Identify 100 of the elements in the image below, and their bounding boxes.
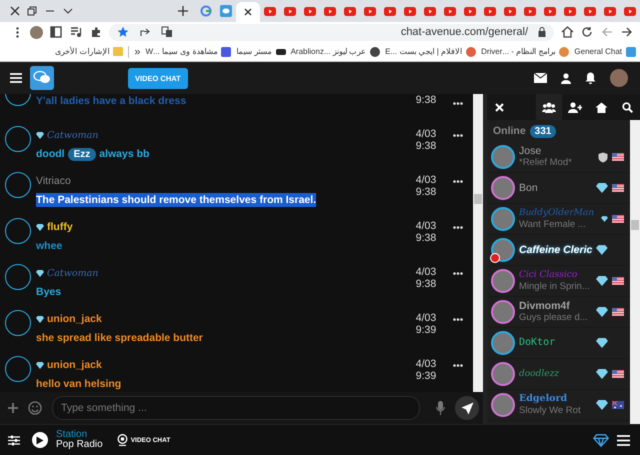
station-label: Station [56, 430, 88, 440]
sliders-icon[interactable] [8, 434, 20, 446]
more-bookmarks-button[interactable]: » [134, 46, 140, 58]
user-status: Mingle in Sprin... [519, 281, 590, 293]
more-icon[interactable] [453, 226, 463, 229]
menu-icon[interactable] [617, 434, 630, 446]
user-row[interactable]: Cici Classico Mingle in Sprin... [487, 266, 630, 297]
message-input[interactable]: Type something ... [52, 396, 420, 420]
message-text: The Palestinians should remove themselves from Israel. [36, 194, 316, 206]
more-icon[interactable] [453, 102, 463, 105]
username[interactable]: union_jack [47, 359, 102, 371]
user-row[interactable]: DoKtor [487, 328, 630, 359]
microphone-icon[interactable] [436, 401, 445, 415]
message-text: whee [36, 240, 62, 252]
bookmark[interactable]: الافلام | ايجي بست ...E [385, 46, 476, 56]
flag-icon [612, 370, 624, 378]
person-icon[interactable] [561, 72, 571, 84]
play-icon [584, 6, 596, 16]
play-icon [304, 6, 316, 16]
play-icon [384, 6, 396, 16]
browser-tab[interactable] [236, 2, 260, 22]
username[interactable]: Vitriaco [36, 175, 71, 187]
translate-icon[interactable] [161, 26, 173, 38]
mention-tag[interactable]: Ezz [68, 148, 96, 160]
user-avatar[interactable] [5, 264, 31, 290]
user-avatar[interactable] [5, 218, 31, 244]
username[interactable]: union_jack [47, 313, 102, 325]
username: Edgelord [519, 393, 568, 405]
message-text: doodl [36, 148, 65, 160]
bookmark[interactable]: مستر سيما [236, 47, 286, 56]
close-icon[interactable] [244, 8, 252, 16]
reload-icon[interactable] [580, 25, 594, 39]
puzzle-icon[interactable] [89, 25, 103, 39]
message-date: 4/03 [414, 174, 438, 186]
user-row[interactable]: Divmom4f Guys please d... [487, 297, 630, 328]
scrollbar[interactable] [473, 94, 483, 392]
play-icon [264, 6, 276, 16]
user-row[interactable]: BuddyOlderMan Want Female ... [487, 204, 630, 235]
play-icon [36, 436, 44, 444]
emoji-icon[interactable] [28, 401, 42, 415]
bookmark[interactable]: مشاهدة وى سيما ...W [145, 46, 232, 56]
user-row[interactable]: Jose *Relief Mod* [487, 142, 630, 173]
user-row[interactable]: Caffeine Cleric [487, 235, 630, 266]
user-avatar[interactable] [5, 356, 31, 382]
user-avatar[interactable] [5, 126, 31, 152]
media-icon[interactable] [69, 25, 83, 39]
lock-icon[interactable] [538, 27, 546, 37]
share-icon[interactable] [139, 26, 151, 38]
play-icon [524, 6, 536, 16]
scrollbar[interactable] [630, 120, 640, 424]
message-time: 9:39 [414, 370, 438, 382]
more-icon[interactable] [453, 180, 463, 183]
star-icon[interactable] [117, 26, 129, 38]
message-time: 9:38 [414, 94, 438, 106]
bell-icon[interactable] [585, 72, 596, 84]
users-tab[interactable] [536, 94, 562, 120]
bookmark[interactable]: برامج النظام - ...Driver [481, 46, 570, 56]
home-icon[interactable] [560, 25, 574, 39]
logo-icon [276, 48, 286, 54]
profile-avatar[interactable] [30, 26, 43, 38]
play-icon [464, 6, 476, 16]
bookmark[interactable]: General Chat [574, 46, 636, 56]
more-icon[interactable] [453, 364, 463, 367]
message-date: 4/03 [414, 128, 438, 140]
group-icon [542, 102, 556, 112]
send-button[interactable] [455, 396, 479, 420]
bookmark[interactable]: عرب ليونز ...Arablionz [290, 46, 380, 56]
play-icon [284, 6, 296, 16]
mail-icon[interactable] [534, 73, 547, 83]
diamond-icon[interactable] [593, 434, 609, 446]
plus-icon[interactable] [8, 403, 18, 413]
play-button[interactable] [32, 432, 48, 448]
online-count: 331 [530, 124, 556, 138]
menu-icon[interactable] [10, 73, 22, 83]
user-avatar[interactable] [5, 172, 31, 198]
flag-icon [612, 153, 624, 161]
message-text: Byes [36, 286, 62, 298]
station-name: Pop Radio [56, 440, 103, 450]
online-label: Online [493, 125, 526, 137]
message-time: 9:38 [414, 186, 438, 198]
username[interactable]: fluffy [47, 221, 73, 233]
message-text: Y'all ladies have a black dress [36, 95, 186, 107]
user-row[interactable]: Bon [487, 173, 630, 204]
search-icon [622, 102, 632, 112]
message-date: 4/03 [414, 312, 438, 324]
more-icon[interactable] [453, 134, 463, 137]
flag-icon [612, 215, 624, 223]
user-row[interactable]: doodlezz [487, 359, 630, 390]
play-icon [564, 6, 576, 16]
more-icon[interactable] [453, 272, 463, 275]
more-icon[interactable] [453, 318, 463, 321]
user-avatar[interactable] [5, 310, 31, 336]
sidebar-icon[interactable] [49, 25, 63, 39]
other-bookmarks[interactable]: الإشارات الأخرى [55, 47, 124, 56]
forward-icon[interactable] [620, 25, 634, 39]
message-time: 9:38 [414, 140, 438, 152]
user-row[interactable]: Edgelord Slowly We Rot [487, 390, 630, 421]
profile-avatar[interactable] [610, 69, 628, 87]
address-field[interactable]: chat-avenue.com/general/ [109, 24, 554, 40]
message-date: 4/03 [414, 220, 438, 232]
